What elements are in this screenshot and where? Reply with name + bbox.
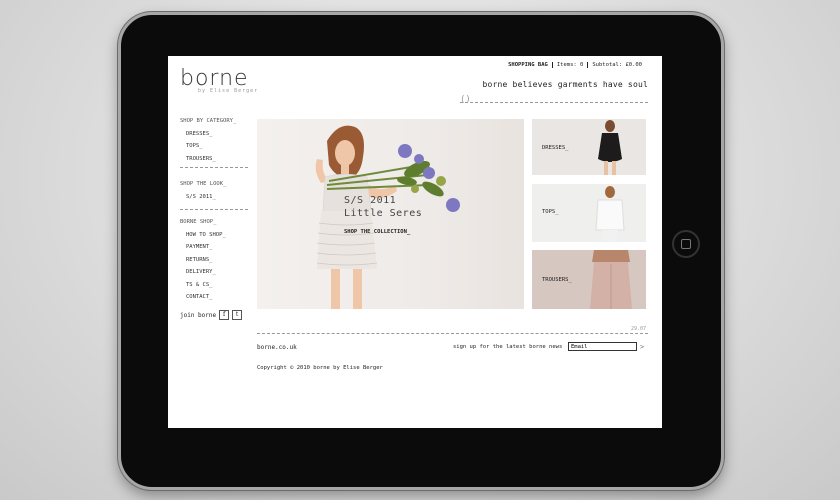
page-counter: 29.07 [630,326,646,332]
nav-item-returns[interactable]: RETURNS_ [180,254,226,267]
look-nav: SHOP THE LOOK_ S/S 2011_ [180,178,226,203]
submit-arrow-icon[interactable]: > [640,343,644,351]
hero-title-line1: S/S 2011 [344,195,397,206]
nav-divider [180,167,248,168]
email-field[interactable] [568,342,637,351]
nav-item-contact[interactable]: CONTACT_ [180,291,226,304]
tile-tops[interactable]: TOPS_ [532,184,646,242]
look-heading[interactable]: SHOP THE LOOK_ [180,178,226,191]
nav-item-payment[interactable]: PAYMENT_ [180,241,226,254]
hero-title-line2: Little Seres [344,208,423,219]
tile-dresses-label[interactable]: DRESSES_ [542,145,569,151]
join-borne: join borne f t [180,310,243,320]
bag-subtotal: Subtotal: £0.00 [592,62,642,68]
footer-divider [257,333,648,334]
nav-item-ts-cs[interactable]: TS & CS_ [180,279,226,292]
web-page: borne by Elise Berger SHOPPING BAG Items… [168,56,662,428]
shop-nav: BORNE SHOP_ HOW TO SHOP_ PAYMENT_ RETURN… [180,216,226,304]
site-link[interactable]: borne.co.uk [257,344,297,351]
category-nav: SHOP BY CATEGORY_ DRESSES_ TOPS_ TROUSER… [180,115,236,165]
newsletter-label: sign up for the latest borne news [453,344,563,350]
tile-tops-label[interactable]: TOPS_ [542,209,559,215]
shopping-bag-bar[interactable]: SHOPPING BAG Items: 0 Subtotal: £0.00 [504,62,646,68]
header-divider [460,102,648,103]
tile-trousers-label[interactable]: TROUSERS_ [542,277,572,283]
shopping-bag-label[interactable]: SHOPPING BAG [504,62,553,68]
brand-subtitle: by Elise Berger [198,88,259,94]
category-heading[interactable]: SHOP BY CATEGORY_ [180,115,236,128]
nav-item-dresses[interactable]: DRESSES_ [180,128,236,141]
hero-title: S/S 2011 Little Seres [344,194,422,220]
parentheses-mark: () [460,95,471,105]
shop-heading[interactable]: BORNE SHOP_ [180,216,226,229]
facebook-icon[interactable]: f [219,310,230,320]
join-label: join borne [180,311,217,319]
bag-items-count: Items: 0 [553,62,589,68]
nav-divider [180,209,248,210]
nav-item-ss2011[interactable]: S/S 2011_ [180,191,226,204]
twitter-icon[interactable]: t [232,310,243,320]
shop-collection-link[interactable]: SHOP THE COLLECTION_ [344,229,410,235]
tile-dresses[interactable]: DRESSES_ [532,119,646,175]
nav-item-delivery[interactable]: DELIVERY_ [180,266,226,279]
home-button[interactable] [672,230,700,258]
tagline: borne believes garments have soul [482,80,648,89]
nav-item-how-to-shop[interactable]: HOW TO SHOP_ [180,229,226,242]
nav-item-trousers[interactable]: TROUSERS_ [180,153,236,166]
tile-trousers[interactable]: TROUSERS_ [532,250,646,309]
nav-item-tops[interactable]: TOPS_ [180,140,236,153]
copyright-text: Copyright © 2010 borne by Elise Berger [257,365,383,371]
